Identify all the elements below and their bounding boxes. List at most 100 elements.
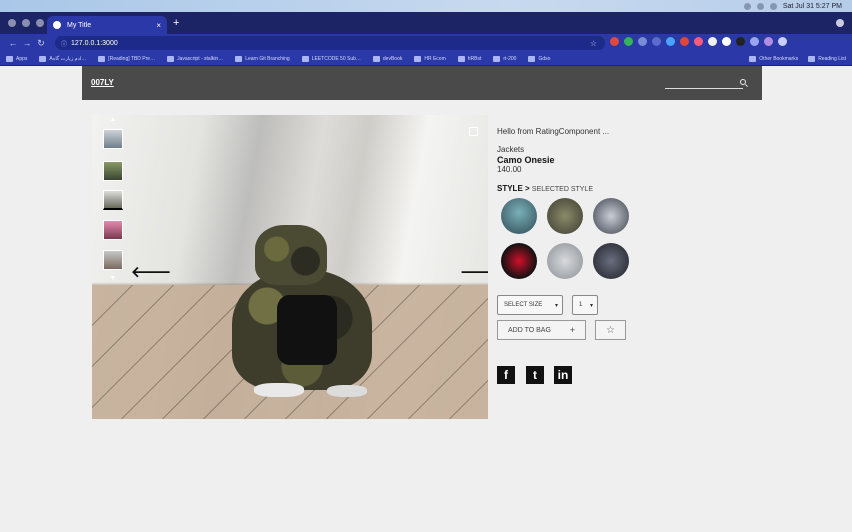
extension-icon[interactable] xyxy=(736,37,745,46)
favorite-button[interactable]: ☆ xyxy=(595,320,626,340)
style-swatch[interactable] xyxy=(593,198,629,234)
style-swatch[interactable] xyxy=(547,243,583,279)
globe-icon xyxy=(53,21,61,29)
extension-icon[interactable] xyxy=(722,37,731,46)
thumbnail-down-arrow[interactable]: ▼ xyxy=(108,275,118,282)
thumbnail[interactable] xyxy=(103,161,123,181)
clock[interactable]: Sat Jul 31 5:27 PM xyxy=(783,3,842,10)
extension-icon[interactable] xyxy=(652,37,661,46)
product-price: 140.00 xyxy=(497,165,522,174)
apps-icon xyxy=(6,55,13,62)
extension-icon[interactable] xyxy=(708,37,717,46)
site-logo[interactable]: 007LY xyxy=(91,78,114,87)
close-window-button[interactable] xyxy=(8,19,16,27)
thumbnail[interactable] xyxy=(103,250,123,270)
twitter-icon[interactable]: t xyxy=(526,366,544,384)
bookmark-item[interactable]: Learn Git Branching xyxy=(235,55,290,62)
web-page: 007LY 🡐 🡒 ▲ ▼ Hello from RatingComponent… xyxy=(0,66,852,532)
bookmark-folder[interactable]: Gdso xyxy=(528,55,550,62)
bookmark-star-icon[interactable]: ☆ xyxy=(590,39,597,48)
site-header: 007LY xyxy=(82,66,762,100)
chevron-down-icon: ▾ xyxy=(589,303,593,309)
forward-icon[interactable]: → xyxy=(22,38,32,48)
thumbnail[interactable] xyxy=(103,220,123,240)
rating-text: Hello from RatingComponent ... xyxy=(497,127,610,136)
bookmark-item[interactable]: Aادم زیارت گاه… xyxy=(39,55,86,62)
style-heading: STYLE > SELECTED STYLE xyxy=(497,184,593,193)
avatar[interactable] xyxy=(764,37,773,46)
search-icon[interactable] xyxy=(740,79,746,85)
add-to-bag-button[interactable]: ADD TO BAG + xyxy=(497,320,586,340)
extension-icon[interactable] xyxy=(680,37,689,46)
back-icon[interactable]: ← xyxy=(8,38,18,48)
extension-icon[interactable] xyxy=(610,37,619,46)
image-gallery: 🡐 🡒 ▲ ▼ xyxy=(92,115,488,419)
puzzle-icon[interactable] xyxy=(750,37,759,46)
folder-icon xyxy=(372,55,380,62)
zoom-window-button[interactable] xyxy=(36,19,44,27)
address-bar[interactable]: ⓘ 127.0.0.1:3000 ☆ xyxy=(55,36,605,50)
menu-icon[interactable] xyxy=(778,37,787,46)
style-swatch[interactable] xyxy=(501,198,537,234)
extension-icon[interactable] xyxy=(638,37,647,46)
toolbar: ← → ↻ ⓘ 127.0.0.1:3000 ☆ xyxy=(0,34,852,52)
bookmark-icon xyxy=(167,55,175,62)
bookmark-item[interactable]: Apps xyxy=(6,55,27,62)
folder-icon xyxy=(528,55,536,62)
new-tab-button[interactable]: + xyxy=(173,17,179,29)
status-icon[interactable] xyxy=(756,2,764,10)
bookmark-folder[interactable]: rt-200 xyxy=(493,55,516,62)
reading-list[interactable]: Reading List xyxy=(808,55,846,62)
bookmark-item[interactable]: Javascript - stalkin… xyxy=(167,55,223,62)
status-icon[interactable] xyxy=(743,2,751,10)
minimize-window-button[interactable] xyxy=(22,19,30,27)
bookmarks-bar: Apps Aادم زیارت گاه… [Reading] TBD Pre… … xyxy=(0,52,852,66)
tab-strip: My Title × + xyxy=(0,12,852,34)
bookmark-icon xyxy=(235,55,243,62)
prev-image-arrow[interactable]: 🡐 xyxy=(131,265,171,281)
quantity-select[interactable]: 1 ▾ xyxy=(572,295,598,315)
chevron-down-icon: ▾ xyxy=(554,303,558,309)
bookmark-icon xyxy=(301,55,309,62)
bookmark-icon xyxy=(39,55,47,62)
browser-tab[interactable]: My Title × xyxy=(47,16,167,34)
thumbnail-selected[interactable] xyxy=(103,190,123,210)
os-menu-bar: Sat Jul 31 5:27 PM xyxy=(0,0,852,12)
other-bookmarks[interactable]: Other Bookmarks xyxy=(749,55,798,62)
expand-icon[interactable] xyxy=(469,127,478,136)
next-image-arrow[interactable]: 🡒 xyxy=(460,265,488,281)
extension-icon[interactable] xyxy=(694,37,703,46)
size-select[interactable]: SELECT SIZE ▾ xyxy=(497,295,563,315)
folder-icon xyxy=(493,55,501,62)
extension-icon[interactable] xyxy=(624,37,633,46)
style-swatch[interactable] xyxy=(547,198,583,234)
info-icon[interactable]: ⓘ xyxy=(61,39,67,48)
wifi-icon[interactable] xyxy=(769,2,777,10)
tab-close-button[interactable]: × xyxy=(156,21,161,30)
selected-style-label: SELECTED STYLE xyxy=(531,186,593,193)
profile-icon[interactable] xyxy=(836,19,844,27)
thumbnail[interactable] xyxy=(103,129,123,149)
facebook-icon[interactable]: f xyxy=(497,366,515,384)
tab-title: My Title xyxy=(67,21,92,29)
bookmark-item[interactable]: LEETCODE 50 Sub… xyxy=(301,55,361,62)
search-input[interactable] xyxy=(665,88,743,89)
style-swatch[interactable] xyxy=(501,243,537,279)
window-controls xyxy=(8,19,44,27)
thumbnail-up-arrow[interactable]: ▲ xyxy=(108,116,118,123)
bookmark-folder[interactable]: devBook xyxy=(372,55,402,62)
star-icon: ☆ xyxy=(606,324,615,336)
reload-icon[interactable]: ↻ xyxy=(36,38,46,49)
extension-icon[interactable] xyxy=(666,37,675,46)
folder-icon xyxy=(414,55,422,62)
style-swatch[interactable] xyxy=(593,243,629,279)
bookmark-folder[interactable]: HR Ecom xyxy=(414,55,446,62)
product-name: Camo Onesie xyxy=(497,155,555,165)
bookmark-icon xyxy=(98,55,106,62)
bookmark-folder[interactable]: hRBst xyxy=(457,55,481,62)
url-text: 127.0.0.1:3000 xyxy=(71,39,118,47)
linkedin-icon[interactable]: in xyxy=(554,366,572,384)
extensions xyxy=(610,37,787,46)
bookmark-item[interactable]: [Reading] TBD Pre… xyxy=(98,55,155,62)
product-info: Hello from RatingComponent ... Jackets C… xyxy=(497,127,687,279)
